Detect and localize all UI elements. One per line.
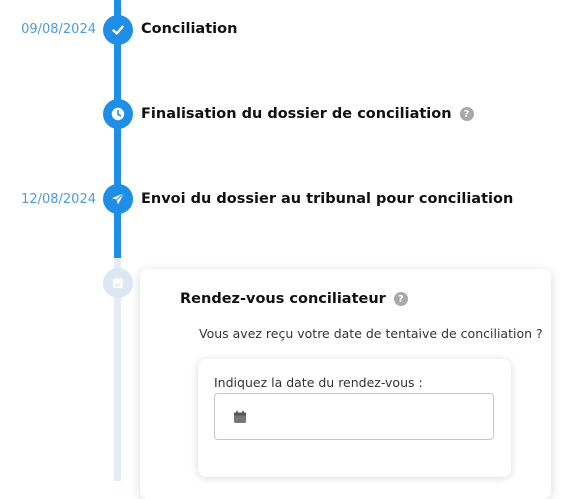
step-title: Envoi du dossier au tribunal pour concil… xyxy=(141,191,514,207)
step-title-row: Finalisation du dossier de conciliation … xyxy=(141,106,474,122)
step-title: Conciliation xyxy=(141,21,238,37)
appointment-card: Rendez-vous conciliateur ? Vous avez reç… xyxy=(140,269,551,499)
card-title: Rendez-vous conciliateur xyxy=(180,291,386,307)
appointment-date-input[interactable] xyxy=(214,393,494,440)
conciliation-question: Vous avez reçu votre date de tentaive de… xyxy=(199,326,543,341)
step-node-pending xyxy=(103,268,133,298)
calendar-icon xyxy=(113,277,123,288)
step-node-completed xyxy=(103,15,133,45)
step-node-completed xyxy=(103,184,133,214)
card-title-row: Rendez-vous conciliateur ? xyxy=(180,291,408,307)
help-icon[interactable]: ? xyxy=(459,107,474,121)
paper-plane-icon xyxy=(112,192,125,205)
step-date: 12/08/2024 xyxy=(21,192,96,207)
help-icon[interactable]: ? xyxy=(393,292,408,306)
step-node-completed xyxy=(103,99,133,129)
calendar-icon[interactable] xyxy=(233,410,247,424)
date-field-label: Indiquez la date du rendez-vous : xyxy=(214,375,423,390)
date-form-panel: Indiquez la date du rendez-vous : xyxy=(198,359,511,477)
check-icon xyxy=(112,25,124,35)
step-date: 09/08/2024 xyxy=(21,22,96,37)
clock-icon xyxy=(111,107,125,121)
step-title: Finalisation du dossier de conciliation xyxy=(141,106,452,122)
